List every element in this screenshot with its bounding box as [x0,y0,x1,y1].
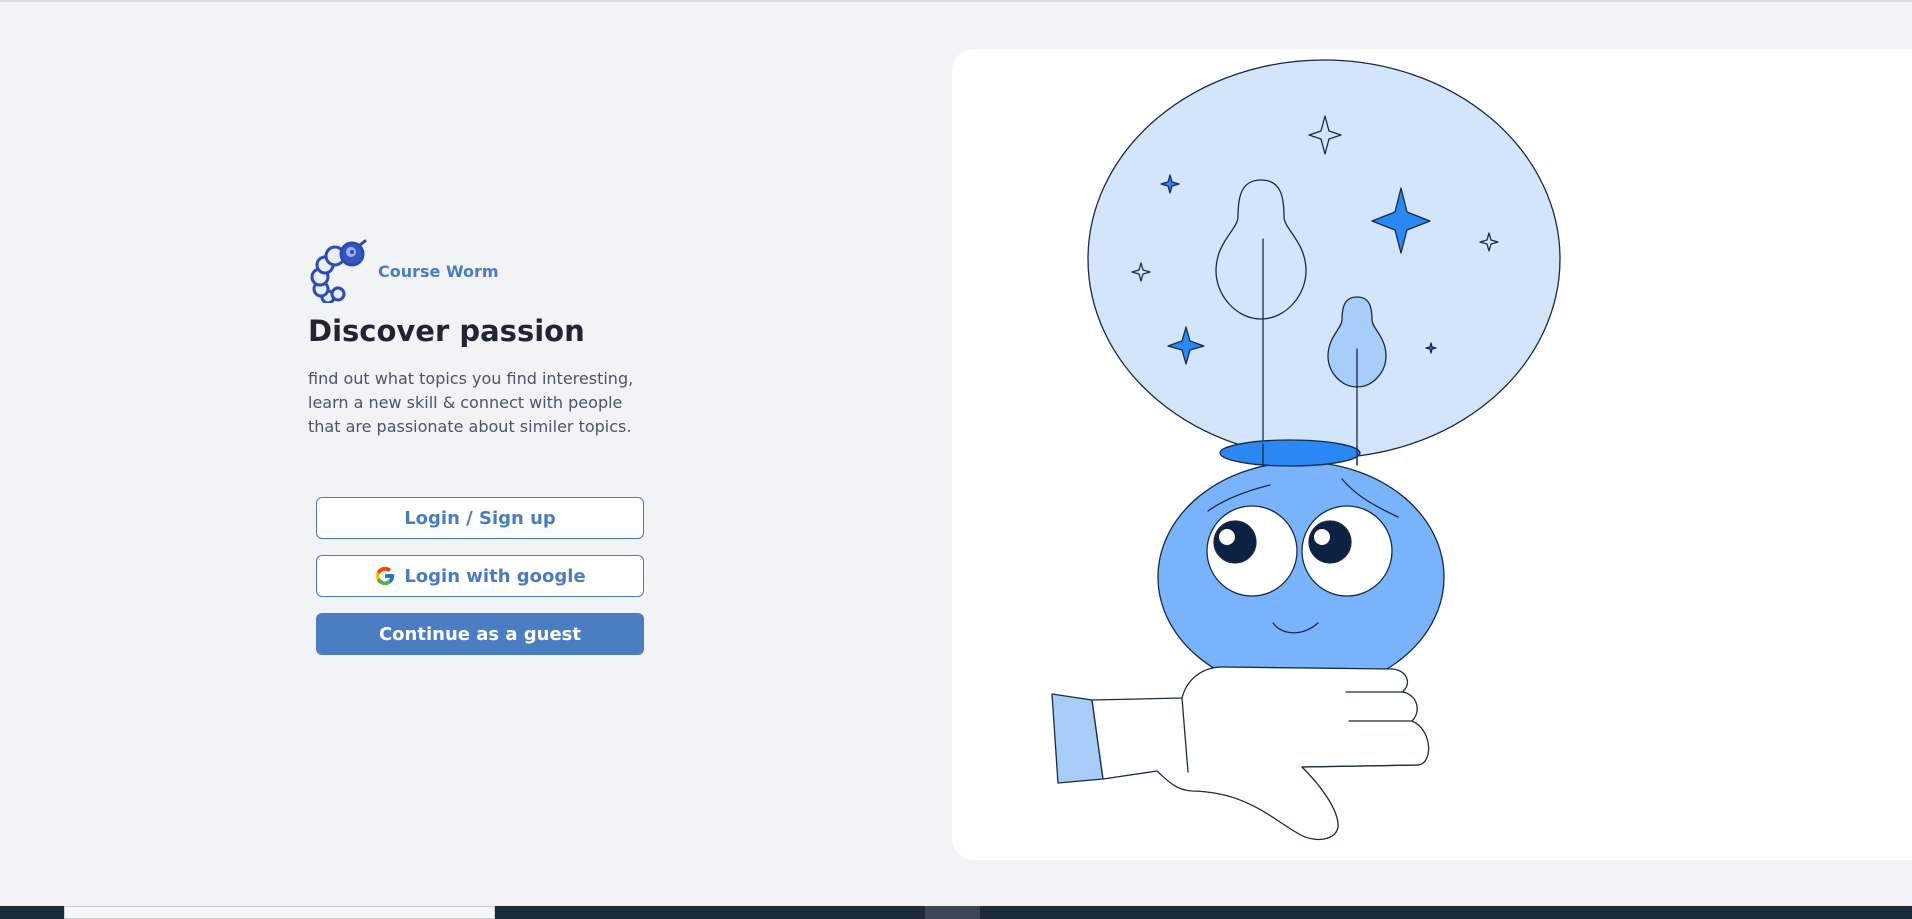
google-icon [376,566,395,586]
welcome-panel: Course Worm Discover passion find out wh… [308,236,658,655]
brand-name: Course Worm [378,261,499,281]
taskbar-active-app[interactable] [925,906,980,919]
taskbar-search-box[interactable] [64,906,495,919]
login-google-button[interactable]: Login with google [316,555,644,597]
window-top-border [0,0,1912,2]
illustration-card [952,49,1912,860]
page-description: find out what topics you find interestin… [308,368,634,436]
login-signup-button[interactable]: Login / Sign up [316,497,644,539]
page-title: Discover passion [308,314,585,348]
brand[interactable]: Course Worm [308,236,658,306]
continue-guest-button[interactable]: Continue as a guest [316,613,644,655]
worm-logo-icon [310,239,367,303]
idea-head-illustration [1051,59,1561,841]
continue-guest-label: Continue as a guest [378,623,582,645]
login-signup-label: Login / Sign up [404,507,556,529]
login-google-label: Login with google [404,565,586,587]
